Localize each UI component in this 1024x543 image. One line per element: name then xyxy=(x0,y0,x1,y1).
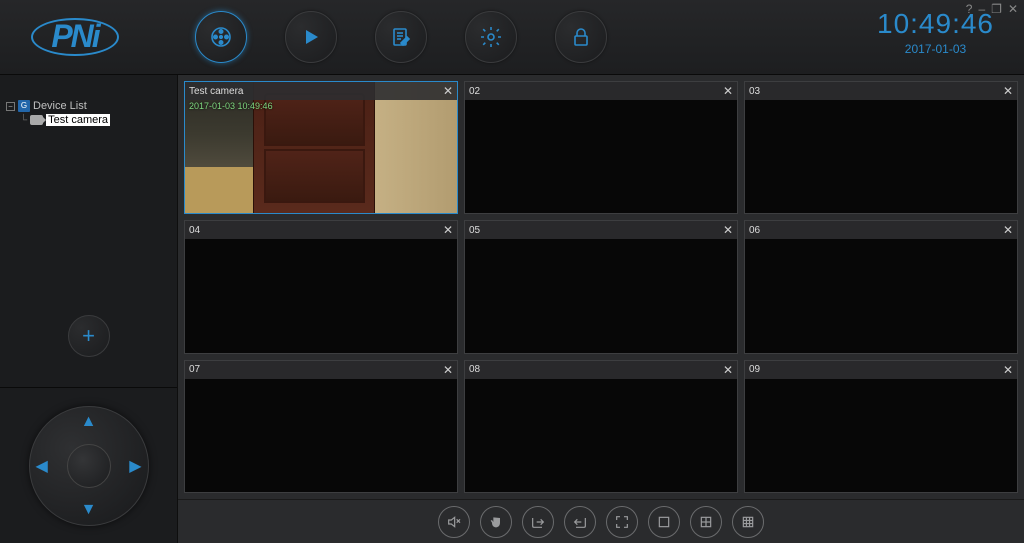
video-cell-6[interactable]: 06 ✕ xyxy=(744,220,1018,353)
add-button-wrap: + xyxy=(0,305,177,388)
tree-child[interactable]: └ Test camera xyxy=(20,114,171,126)
help-button[interactable]: ? xyxy=(966,2,973,16)
cell-label: 09 xyxy=(749,364,760,375)
cell-close-button[interactable]: ✕ xyxy=(443,84,453,98)
lock-icon xyxy=(569,25,593,49)
layout-nine-icon xyxy=(740,514,756,530)
window-controls: ? – ❐ ✕ xyxy=(966,2,1018,16)
cell-close-button[interactable]: ✕ xyxy=(443,223,453,237)
video-cell-2[interactable]: 02 ✕ xyxy=(464,81,738,214)
cell-close-button[interactable]: ✕ xyxy=(443,363,453,377)
cell-header: 05 ✕ xyxy=(465,221,737,239)
layout-1-button[interactable] xyxy=(648,506,680,538)
video-cell-3[interactable]: 03 ✕ xyxy=(744,81,1018,214)
logo: PNi xyxy=(10,15,140,60)
hand-button[interactable] xyxy=(480,506,512,538)
cell-label: 03 xyxy=(749,86,760,97)
cell-label: Test camera xyxy=(189,86,243,97)
play-icon xyxy=(299,25,323,49)
video-timestamp: 2017-01-03 10:49:46 xyxy=(189,101,273,111)
tree-child-label: Test camera xyxy=(46,114,110,126)
gear-icon xyxy=(479,25,503,49)
layout-4-button[interactable] xyxy=(690,506,722,538)
cell-close-button[interactable]: ✕ xyxy=(1003,223,1013,237)
tree-root[interactable]: − G Device List xyxy=(6,100,171,112)
cell-close-button[interactable]: ✕ xyxy=(723,84,733,98)
ptz-left-button[interactable]: ◀ xyxy=(36,456,48,476)
tree-expand-icon[interactable]: − xyxy=(6,102,15,111)
bottom-toolbar xyxy=(178,499,1024,543)
cell-header: 03 ✕ xyxy=(745,82,1017,100)
fullscreen-button[interactable] xyxy=(606,506,638,538)
video-cell-4[interactable]: 04 ✕ xyxy=(184,220,458,353)
cell-label: 08 xyxy=(469,364,480,375)
cell-header: 07 ✕ xyxy=(185,361,457,379)
video-cell-5[interactable]: 05 ✕ xyxy=(464,220,738,353)
cell-header: 09 ✕ xyxy=(745,361,1017,379)
layout-9-button[interactable] xyxy=(732,506,764,538)
cell-header: Test camera ✕ xyxy=(185,82,457,100)
add-device-button[interactable]: + xyxy=(68,315,110,357)
cell-header: 06 ✕ xyxy=(745,221,1017,239)
top-bar: PNi 10:49:46 2017-01-03 xyxy=(0,0,1024,75)
export-icon xyxy=(530,514,546,530)
main-area: − G Device List └ Test camera + ▲ ▼ ◀ ▶ xyxy=(0,75,1024,543)
device-tree: − G Device List └ Test camera xyxy=(0,75,177,305)
cell-label: 07 xyxy=(189,364,200,375)
import-icon xyxy=(572,514,588,530)
cell-close-button[interactable]: ✕ xyxy=(723,223,733,237)
nav-live-button[interactable] xyxy=(195,11,247,63)
clock-date: 2017-01-03 xyxy=(877,42,994,56)
sidebar: − G Device List └ Test camera + ▲ ▼ ◀ ▶ xyxy=(0,75,178,543)
nav-lock-button[interactable] xyxy=(555,11,607,63)
cell-close-button[interactable]: ✕ xyxy=(723,363,733,377)
cell-close-button[interactable]: ✕ xyxy=(1003,84,1013,98)
ptz-up-button[interactable]: ▲ xyxy=(81,413,97,431)
video-grid: Test camera ✕ 2017-01-03 10:49:46 02 ✕ 03 ✕ 04 ✕… xyxy=(178,75,1024,499)
import-button[interactable] xyxy=(564,506,596,538)
cell-label: 05 xyxy=(469,225,480,236)
document-edit-icon xyxy=(389,25,413,49)
layout-quad-icon xyxy=(698,514,714,530)
ptz-control: ▲ ▼ ◀ ▶ xyxy=(0,388,177,543)
nav-buttons xyxy=(195,11,607,63)
tree-root-label: Device List xyxy=(33,100,87,112)
nav-settings-button[interactable] xyxy=(465,11,517,63)
video-cell-7[interactable]: 07 ✕ xyxy=(184,360,458,493)
export-button[interactable] xyxy=(522,506,554,538)
cell-label: 04 xyxy=(189,225,200,236)
logo-text: PNi xyxy=(31,18,118,56)
ptz-down-button[interactable]: ▼ xyxy=(81,501,97,519)
cell-close-button[interactable]: ✕ xyxy=(1003,363,1013,377)
nav-playback-button[interactable] xyxy=(285,11,337,63)
cell-header: 02 ✕ xyxy=(465,82,737,100)
grid-area: Test camera ✕ 2017-01-03 10:49:46 02 ✕ 03 ✕ 04 ✕… xyxy=(178,75,1024,543)
ptz-right-button[interactable]: ▶ xyxy=(129,456,141,476)
video-cell-9[interactable]: 09 ✕ xyxy=(744,360,1018,493)
fullscreen-icon xyxy=(614,514,630,530)
video-cell-1[interactable]: Test camera ✕ 2017-01-03 10:49:46 xyxy=(184,81,458,214)
group-icon: G xyxy=(18,100,30,112)
film-reel-icon xyxy=(209,25,233,49)
video-cell-8[interactable]: 08 ✕ xyxy=(464,360,738,493)
cell-header: 08 ✕ xyxy=(465,361,737,379)
plus-icon: + xyxy=(82,323,95,349)
ptz-center-button[interactable] xyxy=(67,444,111,488)
nav-log-button[interactable] xyxy=(375,11,427,63)
camera-icon xyxy=(30,115,43,125)
cell-header: 04 ✕ xyxy=(185,221,457,239)
tree-connector: └ xyxy=(20,115,27,126)
hand-icon xyxy=(488,514,504,530)
minimize-button[interactable]: – xyxy=(978,2,985,16)
cell-label: 02 xyxy=(469,86,480,97)
ptz-disc: ▲ ▼ ◀ ▶ xyxy=(29,406,149,526)
mute-button[interactable] xyxy=(438,506,470,538)
close-window-button[interactable]: ✕ xyxy=(1008,2,1018,16)
cell-label: 06 xyxy=(749,225,760,236)
maximize-button[interactable]: ❐ xyxy=(991,2,1002,16)
speaker-mute-icon xyxy=(446,514,462,530)
layout-single-icon xyxy=(656,514,672,530)
